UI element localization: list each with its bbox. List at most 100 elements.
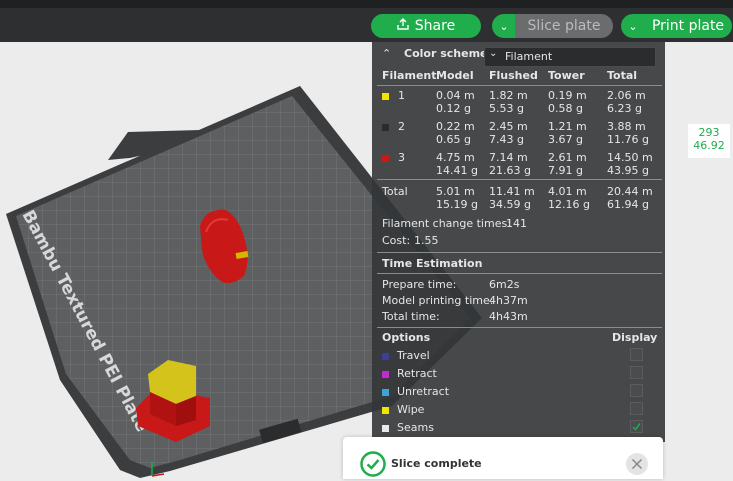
divider: [377, 85, 662, 86]
chevron-down-icon: ⌄: [489, 48, 498, 59]
option-unretract-checkbox[interactable]: [630, 384, 643, 397]
cell: 0.04 m: [436, 89, 475, 102]
cell: 0.12 g: [436, 102, 471, 115]
chevron-down-icon: ⌄: [628, 19, 638, 33]
coordinate-readout: 293 46.92: [688, 124, 730, 158]
color-scheme-select[interactable]: ⌄ Filament: [484, 47, 656, 67]
print-dropdown-button[interactable]: ⌄: [621, 14, 645, 38]
unretract-swatch: [382, 389, 389, 396]
cost-value: 1.55: [414, 234, 439, 247]
travel-swatch: [382, 353, 389, 360]
cell: 34.59 g: [489, 198, 531, 211]
display-header: Display: [612, 331, 658, 344]
cost-label: Cost:: [382, 234, 411, 247]
coord-y: 46.92: [693, 139, 725, 152]
toast-message: Slice complete: [391, 457, 482, 470]
cell: 15.19 g: [436, 198, 478, 211]
close-icon[interactable]: [626, 453, 648, 475]
change-times-value: 141: [506, 217, 527, 230]
prepare-time-label: Prepare time:: [382, 278, 457, 291]
model-time-value: 4h37m: [489, 294, 528, 307]
cell: 20.44 m: [607, 185, 653, 198]
slice-dropdown-button[interactable]: ⌄: [492, 14, 516, 38]
prepare-time-value: 6m2s: [489, 278, 520, 291]
option-travel-label: Travel: [397, 349, 430, 362]
col-header-flushed: Flushed: [489, 69, 538, 82]
cell: 7.14 m: [489, 151, 528, 164]
wipe-swatch: [382, 407, 389, 414]
coord-x: 293: [698, 126, 720, 139]
filament-2-swatch: [382, 124, 389, 131]
seams-swatch: [382, 425, 389, 432]
slice-plate-button[interactable]: Slice plate: [515, 14, 613, 38]
slice-complete-toast: Slice complete: [343, 437, 663, 479]
divider: [377, 252, 662, 253]
filament-2-id: 2: [398, 120, 405, 133]
divider: [377, 179, 662, 180]
filament-3-id: 3: [398, 151, 405, 164]
cell: 6.23 g: [607, 102, 642, 115]
option-retract-label: Retract: [397, 367, 437, 380]
option-wipe-checkbox[interactable]: [630, 402, 643, 415]
cell: 5.53 g: [489, 102, 524, 115]
cell: 3.67 g: [548, 133, 583, 146]
cell: 11.41 m: [489, 185, 535, 198]
total-time-label: Total time:: [382, 310, 440, 323]
cell: 2.61 m: [548, 151, 587, 164]
cell: 14.50 m: [607, 151, 653, 164]
cell: 12.16 g: [548, 198, 590, 211]
model-time-label: Model printing time:: [382, 294, 494, 307]
col-header-filament: Filament: [382, 69, 437, 82]
cell: 0.65 g: [436, 133, 471, 146]
print-plate-label: Print plate: [651, 18, 725, 34]
cell: 43.95 g: [607, 164, 649, 177]
total-label: Total: [382, 185, 408, 198]
option-wipe-label: Wipe: [397, 403, 425, 416]
title-strip: [0, 0, 733, 8]
color-scheme-label: Color scheme: [404, 47, 488, 60]
share-label: Share: [414, 18, 456, 34]
cell: 5.01 m: [436, 185, 475, 198]
cell: 7.91 g: [548, 164, 583, 177]
cell: 2.45 m: [489, 120, 528, 133]
check-circle-icon: [360, 451, 386, 481]
print-plate-button[interactable]: Print plate: [644, 14, 732, 38]
slice-plate-label: Slice plate: [527, 18, 601, 34]
collapse-icon[interactable]: ⌃: [382, 47, 391, 60]
filament-1-id: 1: [398, 89, 405, 102]
cell: 14.41 g: [436, 164, 478, 177]
cell: 0.19 m: [548, 89, 587, 102]
option-seams-label: Seams: [397, 421, 434, 434]
cell: 0.58 g: [548, 102, 583, 115]
cell: 7.43 g: [489, 133, 524, 146]
option-retract-checkbox[interactable]: [630, 366, 643, 379]
color-scheme-value: Filament: [505, 50, 553, 63]
cell: 4.01 m: [548, 185, 587, 198]
cell: 1.82 m: [489, 89, 528, 102]
cell: 0.22 m: [436, 120, 475, 133]
slice-legend-panel: ⌃ Color scheme ⌄ Filament Filament Model…: [372, 42, 665, 442]
share-button[interactable]: Share: [371, 14, 481, 38]
divider: [377, 327, 662, 328]
options-header: Options: [382, 331, 431, 344]
option-seams-checkbox[interactable]: [630, 420, 643, 433]
cell: 11.76 g: [607, 133, 649, 146]
filament-3-swatch: [382, 155, 389, 162]
cell: 3.88 m: [607, 120, 646, 133]
share-icon: [397, 18, 409, 34]
divider: [377, 273, 662, 274]
cell: 4.75 m: [436, 151, 475, 164]
col-header-tower: Tower: [548, 69, 585, 82]
chevron-down-icon: ⌄: [499, 19, 509, 33]
checkmark-icon: [632, 423, 641, 431]
time-estimation-header: Time Estimation: [382, 257, 483, 270]
filament-1-swatch: [382, 93, 389, 100]
retract-swatch: [382, 371, 389, 378]
total-time-value: 4h43m: [489, 310, 528, 323]
cell: 61.94 g: [607, 198, 649, 211]
option-travel-checkbox[interactable]: [630, 348, 643, 361]
cell: 2.06 m: [607, 89, 646, 102]
cell: 21.63 g: [489, 164, 531, 177]
col-header-total: Total: [607, 69, 638, 82]
cell: 1.21 m: [548, 120, 587, 133]
